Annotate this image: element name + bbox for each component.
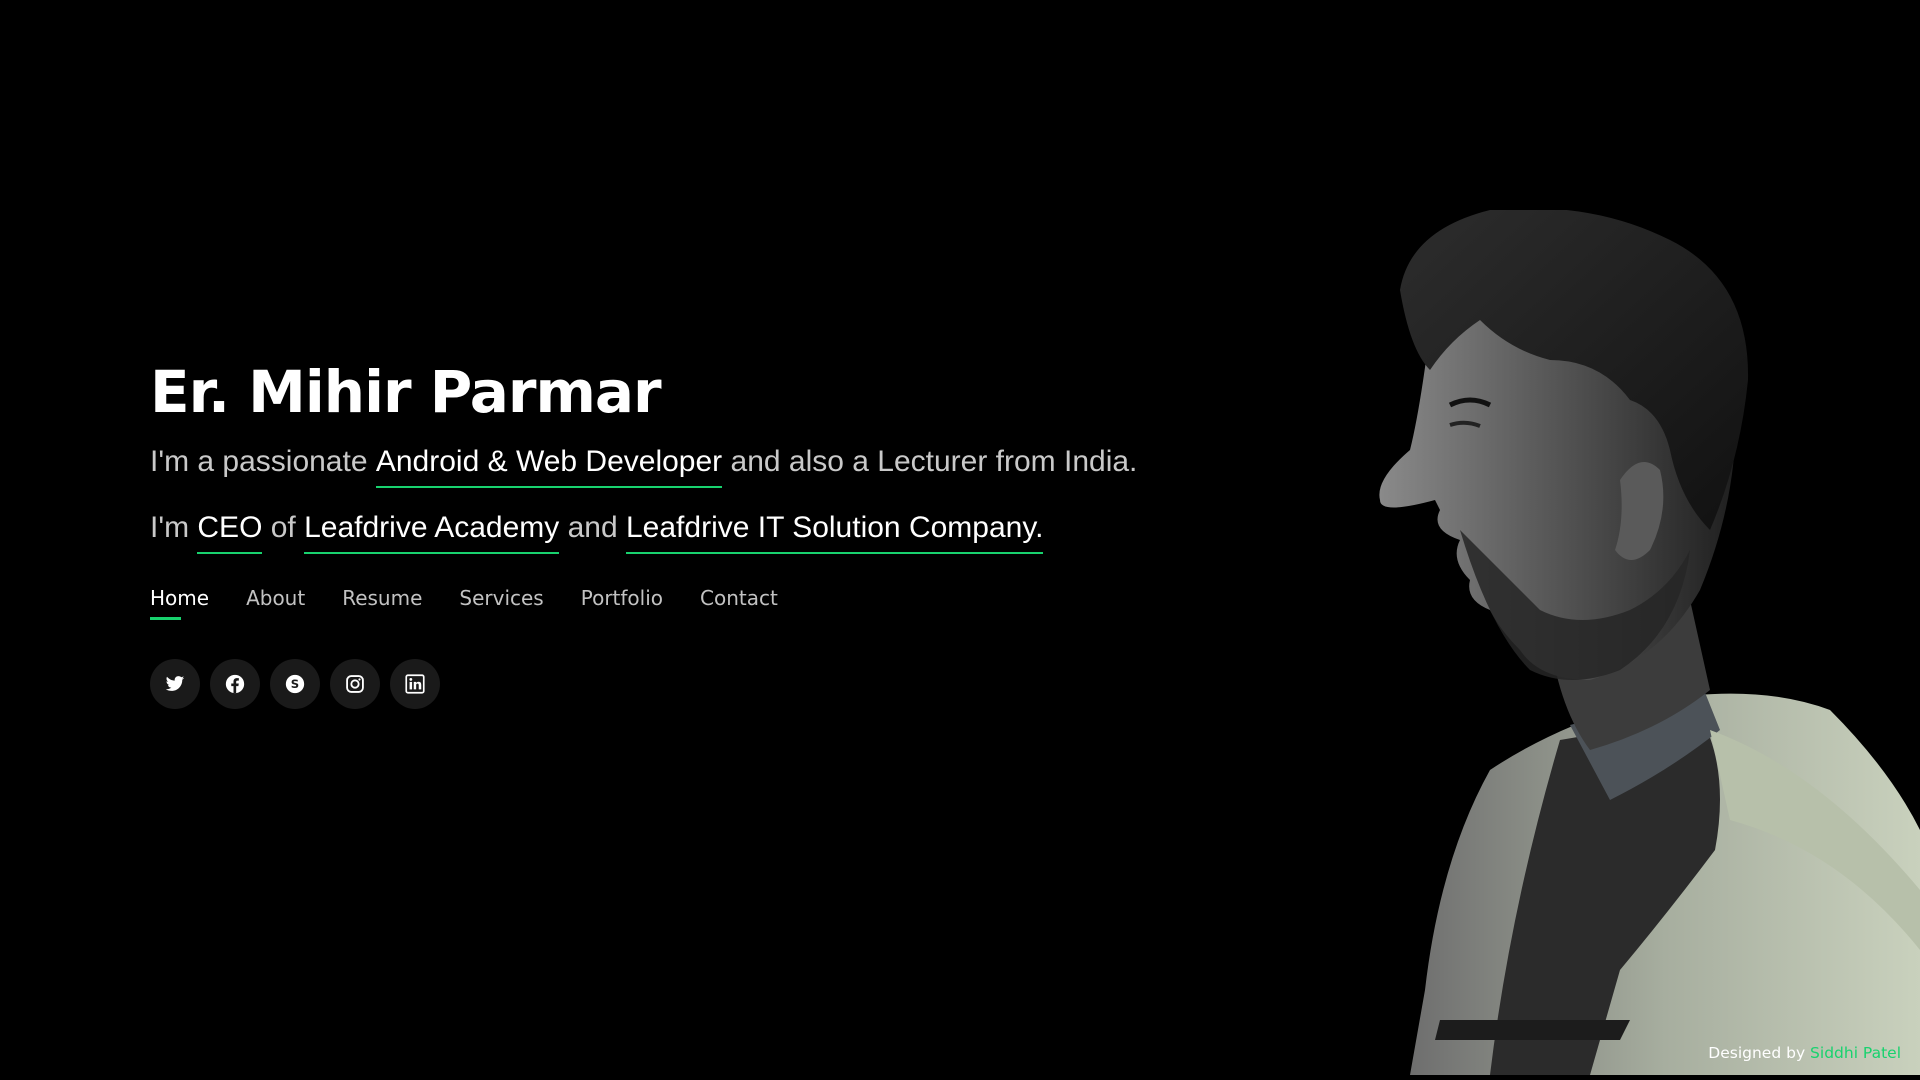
- designer-link[interactable]: Siddhi Patel: [1810, 1044, 1901, 1062]
- nav-resume[interactable]: Resume: [342, 586, 422, 620]
- facebook-icon: [225, 674, 245, 694]
- nav-contact[interactable]: Contact: [700, 586, 778, 620]
- nav-about[interactable]: About: [246, 586, 305, 620]
- linkedin-icon: [405, 674, 425, 694]
- footer-credits: Designed by Siddhi Patel: [1708, 1044, 1901, 1062]
- nav-services[interactable]: Services: [459, 586, 543, 620]
- nav-portfolio[interactable]: Portfolio: [581, 586, 663, 620]
- ceo-highlight: CEO: [197, 511, 263, 554]
- tagline-line-2: I'm CEO of Leafdrive Academy and Leafdri…: [150, 507, 1350, 554]
- tagline-line-1: I'm a passionate Android & Web Developer…: [150, 441, 1350, 488]
- svg-text:S: S: [291, 677, 299, 691]
- page-title: Er. Mihir Parmar: [150, 358, 662, 426]
- main-nav: Home About Resume Services Portfolio Con…: [150, 586, 1350, 620]
- tagline-text: of: [262, 511, 305, 544]
- hero-section: Er. Mihir Parmar I'm a passionate Androi…: [150, 355, 1350, 709]
- academy-highlight: Leafdrive Academy: [304, 511, 560, 554]
- tagline-period: .: [1035, 511, 1044, 544]
- skype-button[interactable]: S: [270, 659, 320, 709]
- facebook-button[interactable]: [210, 659, 260, 709]
- tagline-text: and: [559, 511, 626, 544]
- role-highlight: Android & Web Developer: [375, 445, 723, 488]
- tagline-text: I'm: [150, 511, 198, 544]
- tagline-text: I'm a passionate: [150, 445, 376, 478]
- company-name: Leafdrive IT Solution Company: [626, 511, 1036, 544]
- footer-label: Designed by: [1708, 1044, 1811, 1062]
- instagram-button[interactable]: [330, 659, 380, 709]
- company-highlight: Leafdrive IT Solution Company.: [626, 511, 1044, 554]
- twitter-icon: [165, 676, 185, 691]
- social-links: S: [150, 659, 1350, 709]
- twitter-button[interactable]: [150, 659, 200, 709]
- skype-icon: S: [285, 674, 305, 694]
- profile-photo: [1379, 210, 1920, 1075]
- tagline-text: and also a Lecturer from India.: [722, 445, 1138, 478]
- nav-home[interactable]: Home: [150, 586, 209, 620]
- instagram-icon: [346, 675, 364, 693]
- linkedin-button[interactable]: [390, 659, 440, 709]
